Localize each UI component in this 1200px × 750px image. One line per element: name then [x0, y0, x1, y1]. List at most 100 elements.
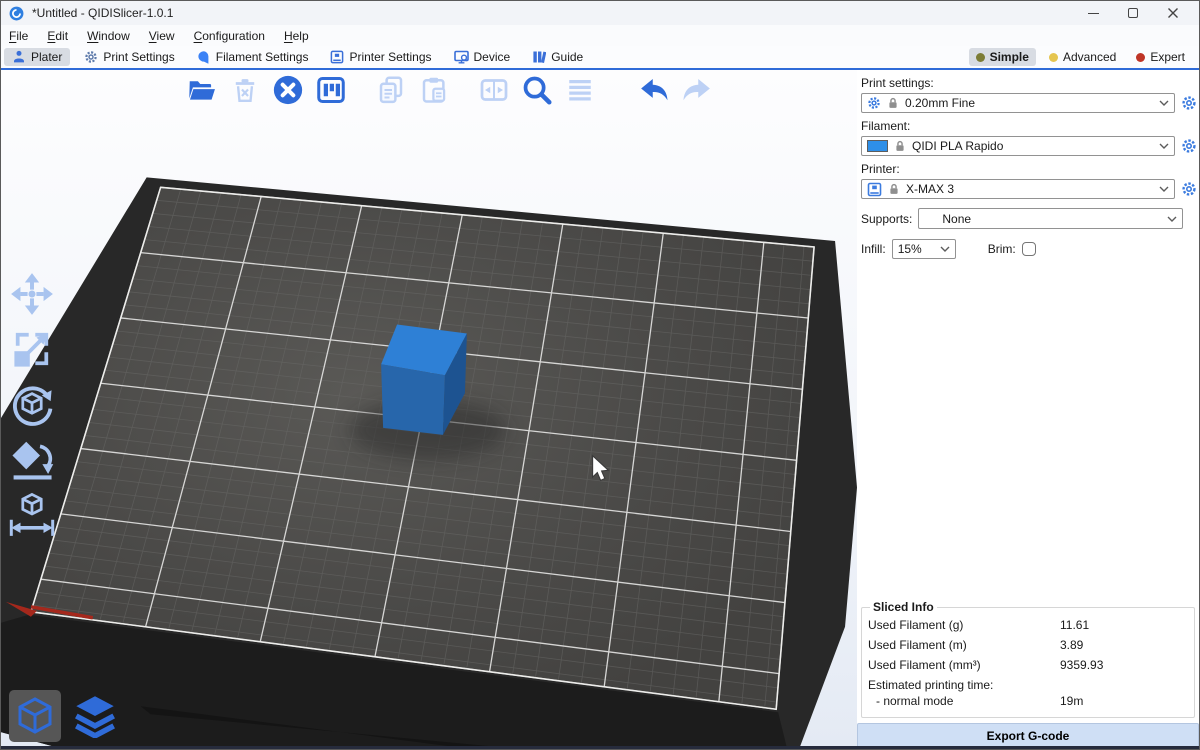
delete-button[interactable] — [228, 73, 262, 107]
printer-icon — [867, 182, 882, 197]
filament-row: QIDI PLA Rapido — [861, 136, 1197, 156]
panel-spacer — [861, 261, 1197, 600]
print-settings-label: Print settings: — [861, 76, 1197, 90]
supports-label: Supports: — [861, 212, 912, 226]
menu-bar: File Edit Window View Configuration Help — [1, 25, 1199, 46]
delete-trash-icon — [232, 76, 258, 104]
editor-view-button[interactable] — [9, 690, 61, 742]
menu-edit[interactable]: Edit — [47, 29, 68, 43]
tab-label: Device — [474, 50, 511, 64]
viewport-3d[interactable] — [1, 70, 857, 749]
viewport-toolbar — [185, 73, 714, 107]
gear-icon — [1181, 138, 1197, 154]
tab-print-settings[interactable]: Print Settings — [76, 48, 182, 66]
infill-value: 15% — [898, 242, 922, 256]
preview-view-button[interactable] — [69, 690, 121, 742]
menu-window[interactable]: Window — [87, 29, 130, 43]
menu-view[interactable]: View — [149, 29, 175, 43]
gizmo-toolbar — [8, 270, 56, 537]
scene-canvas[interactable] — [1, 70, 857, 749]
printer-icon — [330, 50, 344, 64]
mode-label: Advanced — [1063, 50, 1116, 64]
maximize-button[interactable] — [1113, 1, 1153, 25]
printer-row: X-MAX 3 — [861, 179, 1197, 199]
filament-combo[interactable]: QIDI PLA Rapido — [861, 136, 1175, 156]
rotate-icon — [9, 381, 55, 427]
tab-label: Guide — [551, 50, 583, 64]
edit-printer-button[interactable] — [1180, 181, 1197, 198]
edit-filament-button[interactable] — [1180, 138, 1197, 155]
infill-combo[interactable]: 15% — [892, 239, 956, 259]
copy-button[interactable] — [374, 73, 408, 107]
menu-file[interactable]: File — [9, 29, 28, 43]
place-on-face-tool-button[interactable] — [8, 435, 56, 482]
lock-icon — [888, 182, 900, 196]
open-folder-icon — [187, 76, 217, 104]
edit-print-settings-button[interactable] — [1180, 95, 1197, 112]
cube-view-icon — [15, 696, 55, 736]
mode-advanced[interactable]: Advanced — [1042, 48, 1123, 66]
gear-icon — [867, 96, 881, 110]
maximize-icon — [1128, 8, 1138, 18]
close-button[interactable] — [1153, 1, 1193, 25]
rotate-tool-button[interactable] — [8, 380, 56, 427]
tab-printer-settings[interactable]: Printer Settings — [322, 48, 439, 66]
tab-label: Filament Settings — [216, 50, 309, 64]
scale-tool-button[interactable] — [8, 325, 56, 372]
mode-expert[interactable]: Expert — [1129, 48, 1192, 66]
view-toggle-group — [9, 690, 121, 742]
mode-simple[interactable]: Simple — [969, 48, 1036, 66]
split-button[interactable] — [477, 73, 511, 107]
delete-all-icon — [272, 74, 304, 106]
simple-dot-icon — [976, 53, 985, 62]
move-icon — [10, 272, 54, 316]
arrange-icon — [316, 75, 346, 105]
tab-plater[interactable]: Plater — [4, 48, 70, 66]
place-on-face-icon — [9, 436, 55, 482]
app-window: *Untitled - QIDISlicer-1.0.1 File Edit W… — [0, 0, 1200, 750]
chevron-down-icon — [940, 246, 950, 252]
delete-all-button[interactable] — [271, 73, 305, 107]
sliced-info-title: Sliced Info — [870, 600, 937, 614]
tab-filament-settings[interactable]: Filament Settings — [189, 48, 317, 66]
plater-icon — [12, 50, 26, 64]
sequence-button[interactable] — [563, 73, 597, 107]
gear-icon — [84, 50, 98, 64]
brim-label: Brim: — [988, 242, 1016, 256]
print-settings-combo[interactable]: 0.20mm Fine — [861, 93, 1175, 113]
printer-combo[interactable]: X-MAX 3 — [861, 179, 1175, 199]
move-tool-button[interactable] — [8, 270, 56, 317]
chevron-down-icon — [1159, 143, 1169, 149]
title-bar: *Untitled - QIDISlicer-1.0.1 — [1, 1, 1199, 25]
brim-checkbox[interactable] — [1022, 242, 1036, 256]
row-value: 3.89 — [1060, 638, 1083, 652]
window-bottom-edge — [1, 746, 1199, 749]
printer-value: X-MAX 3 — [906, 182, 954, 196]
open-project-button[interactable] — [185, 73, 219, 107]
menu-help[interactable]: Help — [284, 29, 309, 43]
minimize-icon — [1088, 13, 1099, 14]
arrange-button[interactable] — [314, 73, 348, 107]
estimated-time-label: Estimated printing time: — [868, 678, 1188, 692]
print-settings-value: 0.20mm Fine — [905, 96, 975, 110]
minimize-button[interactable] — [1073, 1, 1113, 25]
tab-label: Plater — [31, 50, 62, 64]
chevron-down-icon — [1167, 216, 1177, 222]
supports-combo[interactable]: None — [918, 208, 1183, 229]
mode-label: Simple — [990, 50, 1029, 64]
layers-view-icon — [73, 694, 117, 738]
infill-row: Infill: 15% Brim: — [861, 239, 1197, 259]
sliced-info-row: Used Filament (m) 3.89 — [868, 638, 1188, 652]
device-icon — [454, 50, 469, 64]
tab-device[interactable]: Device — [446, 48, 519, 66]
filament-label: Filament: — [861, 119, 1197, 133]
main-area: Print settings: 0.20mm Fine — [1, 70, 1199, 749]
paste-button[interactable] — [417, 73, 451, 107]
redo-button[interactable] — [680, 73, 714, 107]
tab-guide[interactable]: Guide — [524, 48, 591, 66]
search-button[interactable] — [520, 73, 554, 107]
undo-button[interactable] — [637, 73, 671, 107]
menu-configuration[interactable]: Configuration — [194, 29, 265, 43]
chevron-down-icon — [1159, 100, 1169, 106]
measure-tool-button[interactable] — [8, 490, 56, 537]
